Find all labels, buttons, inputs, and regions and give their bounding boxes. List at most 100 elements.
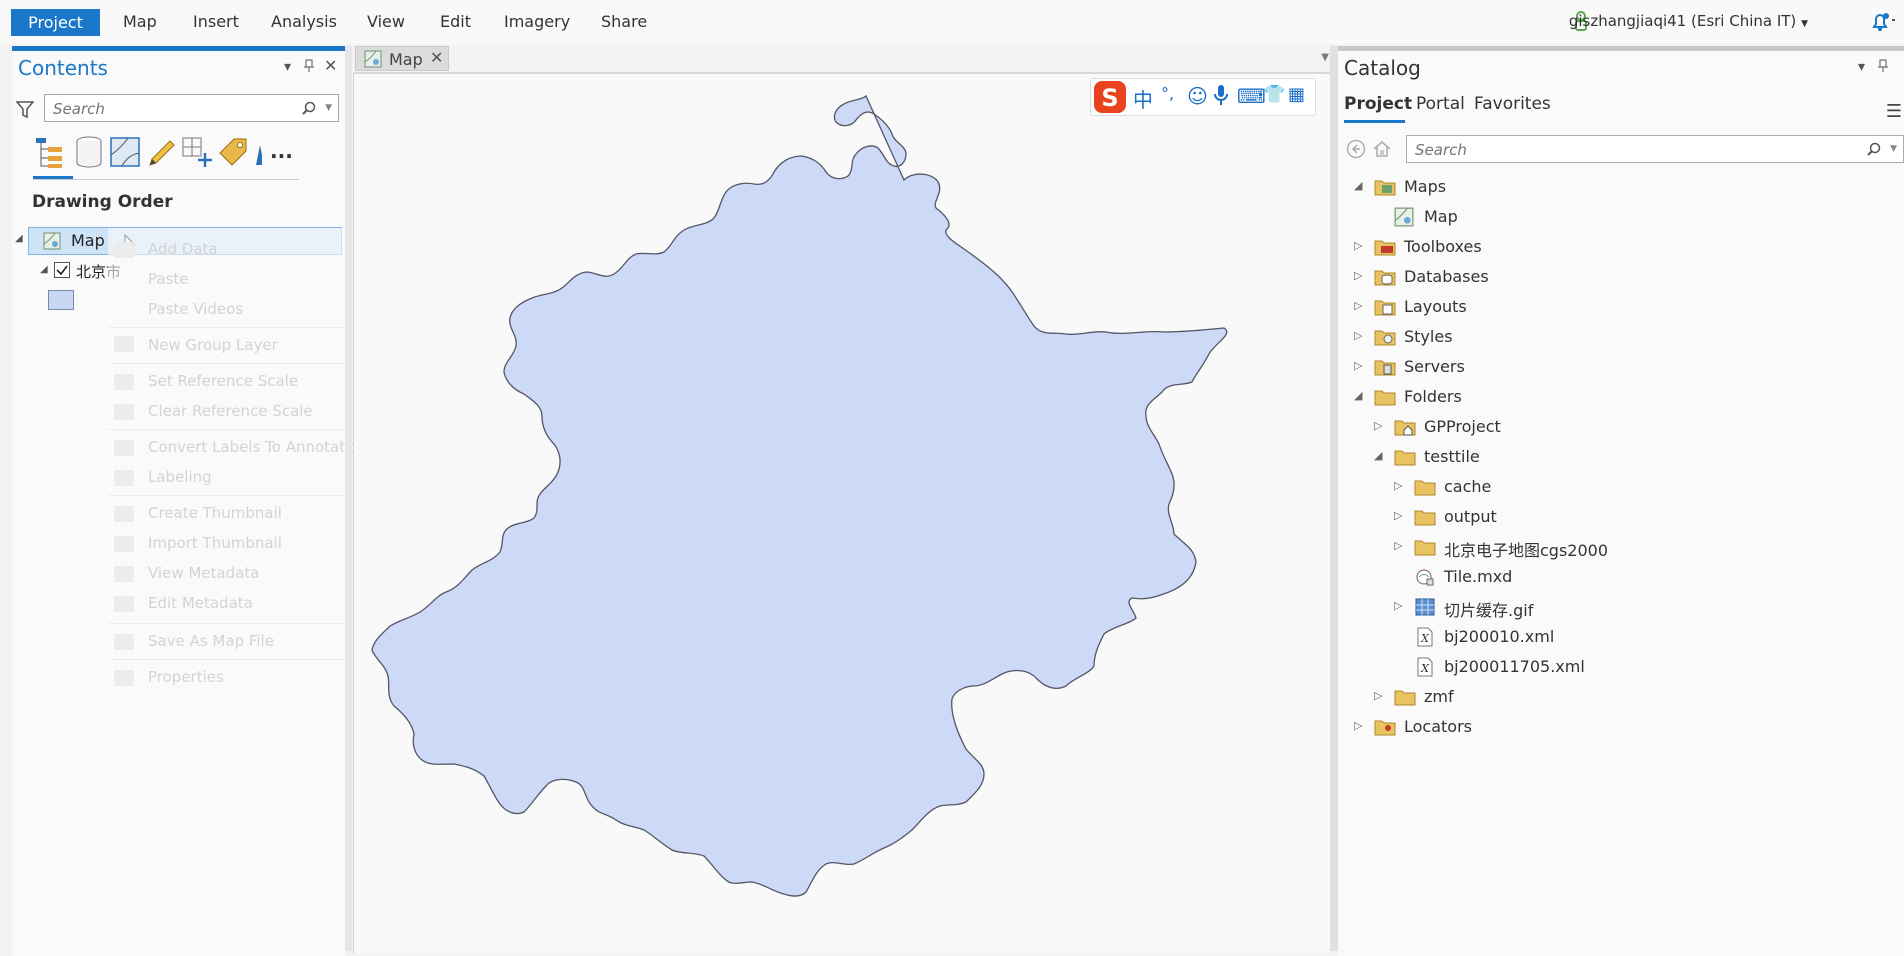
tab-imagery[interactable]: Imagery	[504, 9, 570, 35]
data-source-view-icon[interactable]	[72, 135, 106, 169]
ime-punctuation-icon[interactable]: °,	[1161, 84, 1174, 103]
expand-arrow-icon[interactable]: ▷	[1394, 599, 1406, 612]
drawing-order-view-icon[interactable]	[34, 135, 68, 169]
expand-arrow-icon[interactable]: ▷	[1354, 329, 1366, 342]
tab-edit[interactable]: Edit	[440, 9, 471, 35]
layer-visibility-checkbox[interactable]	[54, 262, 70, 278]
map-view-tab[interactable]: Map ✕	[355, 46, 449, 71]
beijing-polygon[interactable]	[371, 94, 1228, 897]
contents-search-input[interactable]	[51, 98, 295, 120]
menu-item-new-group-layer[interactable]: New Group Layer	[148, 336, 278, 354]
tab-view[interactable]: View	[367, 9, 405, 35]
chevron-down-icon[interactable]: ▼	[1890, 144, 1897, 154]
ime-skin-icon[interactable]: 👕	[1263, 84, 1285, 105]
clear-scale-icon	[114, 404, 134, 420]
close-icon[interactable]: ✕	[324, 56, 337, 75]
tab-project[interactable]: Project	[11, 9, 100, 36]
menu-item-view-metadata[interactable]: View Metadata	[148, 564, 259, 582]
ime-voice-icon[interactable]	[1213, 84, 1229, 111]
layer-symbol-swatch[interactable]	[48, 290, 74, 310]
add-data-icon	[114, 242, 134, 258]
pane-options-icon[interactable]: ▾	[1858, 59, 1865, 75]
back-icon[interactable]	[1346, 139, 1366, 163]
notification-bell-icon[interactable]	[1870, 12, 1896, 36]
search-icon[interactable]	[302, 100, 316, 119]
hamburger-menu-icon[interactable]: ☰	[1886, 101, 1902, 122]
close-icon[interactable]: ✕	[430, 48, 443, 67]
expand-arrow-icon[interactable]: ▷	[1354, 359, 1366, 372]
filter-icon[interactable]	[15, 101, 35, 123]
chevron-down-icon[interactable]: ▼	[1321, 52, 1329, 63]
catalog-search-input[interactable]	[1413, 139, 1837, 161]
catalog-item-label: Servers	[1404, 357, 1465, 376]
editing-view-icon[interactable]	[144, 135, 178, 169]
search-icon[interactable]	[1867, 141, 1881, 160]
menu-item-set-reference-scale[interactable]: Set Reference Scale	[148, 372, 298, 390]
catalog-search-field[interactable]: ▼	[1406, 135, 1904, 163]
divider	[108, 495, 353, 496]
pane-splitter[interactable]	[1330, 46, 1338, 951]
expand-arrow-icon[interactable]: ▷	[1374, 419, 1386, 432]
expand-arrow-icon[interactable]: ▷	[1394, 509, 1406, 522]
expand-arrow-icon[interactable]: ▷	[1354, 719, 1366, 732]
collapse-arrow-icon[interactable]: ◢	[1354, 389, 1366, 402]
expand-arrow-icon[interactable]: ▷	[1354, 269, 1366, 282]
catalog-item-label: 切片缓存.gif	[1444, 601, 1534, 620]
more-options-button[interactable]: ...	[270, 139, 293, 163]
ime-keyboard-icon[interactable]: ⌨	[1237, 84, 1266, 108]
menu-item-add-data[interactable]: Add Data	[148, 240, 218, 258]
labeling-view-icon[interactable]	[216, 135, 250, 169]
snapping-view-icon[interactable]	[180, 135, 214, 169]
layouts-folder-icon	[1374, 297, 1396, 317]
menu-item-paste[interactable]: Paste	[148, 270, 189, 288]
tab-analysis[interactable]: Analysis	[271, 9, 337, 35]
tab-insert[interactable]: Insert	[193, 9, 239, 35]
collapse-arrow-icon[interactable]: ◢	[15, 233, 23, 244]
selection-view-icon[interactable]	[108, 135, 142, 169]
menu-item-create-thumbnail[interactable]: Create Thumbnail	[148, 504, 282, 522]
xml-file-icon: X	[1414, 657, 1436, 677]
more-views-icon[interactable]	[252, 135, 262, 169]
menu-item-edit-metadata[interactable]: Edit Metadata	[148, 594, 253, 612]
expand-arrow-icon[interactable]: ▷	[1354, 299, 1366, 312]
ribbon-tab-bar: Project Map Insert Analysis View Edit Im…	[0, 0, 1904, 44]
expand-arrow-icon[interactable]: ▷	[1394, 539, 1406, 552]
styles-folder-icon	[1374, 327, 1396, 347]
collapse-arrow-icon[interactable]: ◢	[1374, 449, 1386, 462]
menu-item-properties[interactable]: Properties	[148, 668, 224, 686]
collapse-arrow-icon[interactable]: ◢	[40, 264, 48, 275]
pane-splitter[interactable]	[345, 46, 352, 951]
tab-share[interactable]: Share	[601, 9, 647, 35]
pin-icon[interactable]	[1878, 59, 1888, 77]
import-icon	[114, 536, 134, 552]
mxd-file-icon	[1414, 567, 1436, 587]
expand-arrow-icon[interactable]: ▷	[1394, 479, 1406, 492]
home-icon[interactable]	[1372, 139, 1392, 163]
menu-item-paste-videos[interactable]: Paste Videos	[148, 300, 243, 318]
map-canvas[interactable]	[353, 72, 1331, 953]
pane-options-icon[interactable]: ▾	[284, 59, 291, 75]
contents-search-field[interactable]: ▼	[44, 94, 339, 122]
menu-item-save-as-map-file[interactable]: Save As Map File	[148, 632, 274, 650]
expand-arrow-icon[interactable]: ▷	[1354, 239, 1366, 252]
menu-item-import-thumbnail[interactable]: Import Thumbnail	[148, 534, 282, 552]
user-account-menu[interactable]: giszhangjiaqi41 (Esri China IT) ▼	[1569, 12, 1808, 30]
catalog-title: Catalog	[1344, 56, 1421, 80]
collapse-arrow-icon[interactable]: ◢	[1354, 179, 1366, 192]
chevron-down-icon: ▼	[1801, 19, 1808, 29]
menu-item-clear-reference-scale[interactable]: Clear Reference Scale	[148, 402, 313, 420]
ime-toolbox-icon[interactable]: ▦	[1288, 84, 1305, 105]
expand-arrow-icon[interactable]: ▷	[1374, 689, 1386, 702]
menu-item-labeling[interactable]: Labeling	[148, 468, 212, 486]
chevron-down-icon[interactable]: ▼	[325, 103, 332, 113]
tab-catalog-portal[interactable]: Portal	[1416, 94, 1465, 114]
tab-catalog-project[interactable]: Project	[1344, 94, 1412, 114]
ime-emoji-icon[interactable]: ☺	[1187, 84, 1208, 108]
sogou-logo-icon[interactable]: S	[1093, 80, 1127, 118]
edit-metadata-icon	[114, 596, 134, 612]
tab-map[interactable]: Map	[123, 9, 157, 35]
tab-catalog-favorites[interactable]: Favorites	[1474, 94, 1551, 114]
toolboxes-folder-icon	[1374, 237, 1396, 257]
pin-icon[interactable]	[304, 59, 314, 77]
ime-chinese-mode-icon[interactable]: 中	[1133, 84, 1153, 113]
